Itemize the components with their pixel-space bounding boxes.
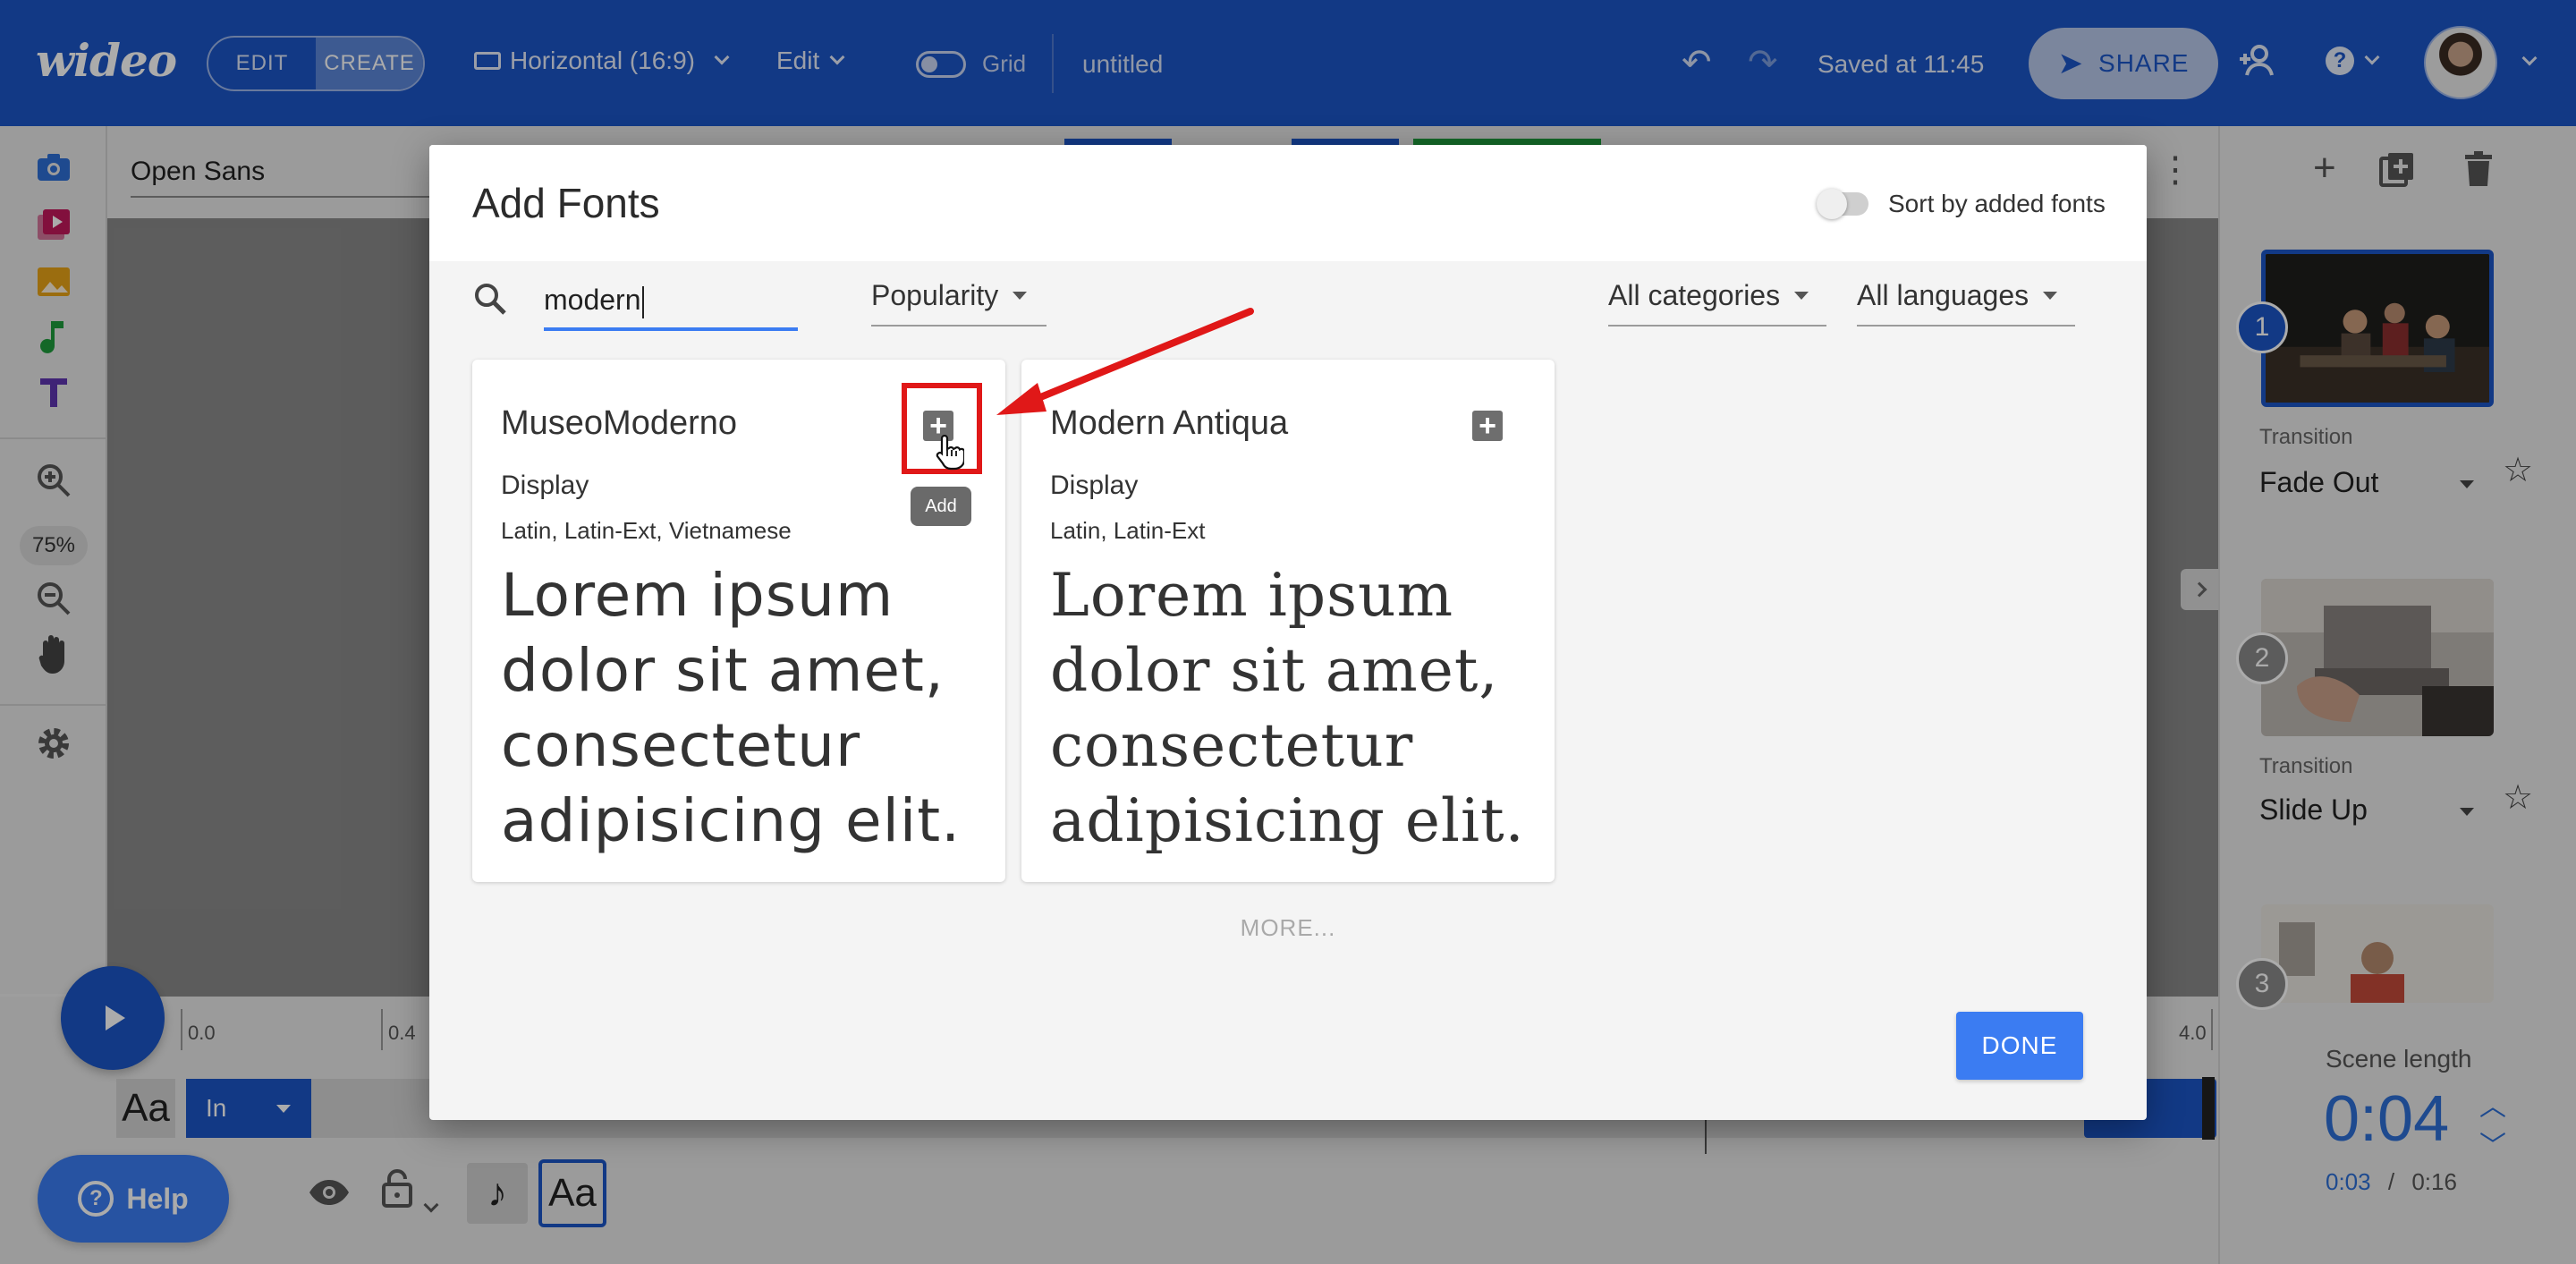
category-filter-value: All categories <box>1608 279 1781 311</box>
done-button[interactable]: DONE <box>1956 1012 2083 1080</box>
sort-order-value: Popularity <box>871 279 999 311</box>
font-languages: Latin, Latin-Ext <box>1050 517 1206 544</box>
pointer-hand-icon <box>934 434 966 475</box>
dialog-title: Add Fonts <box>472 180 660 226</box>
search-icon <box>472 281 508 321</box>
language-filter-dropdown[interactable]: All languages <box>1857 279 2075 327</box>
font-category: Display <box>501 471 589 500</box>
load-more-link[interactable]: MORE... <box>429 914 2147 942</box>
dialog-header: Add Fonts Sort by added fonts <box>429 145 2147 261</box>
font-preview: Lorem ipsum dolor sit amet, consectetur … <box>1050 561 1525 855</box>
font-search-input[interactable] <box>544 281 798 331</box>
sort-switch[interactable] <box>1817 189 1868 219</box>
font-languages: Latin, Latin-Ext, Vietnamese <box>501 517 792 544</box>
add-tooltip: Add <box>911 487 971 526</box>
font-name: MuseoModerno <box>501 404 738 442</box>
font-preview: Lorem ipsum dolor sit amet, consectetur … <box>501 561 962 855</box>
font-category: Display <box>1050 471 1139 500</box>
sort-by-added-toggle[interactable]: Sort by added fonts <box>1817 189 2106 219</box>
caret-down-icon <box>2043 292 2058 300</box>
add-font-button[interactable]: + <box>1472 411 1503 441</box>
add-fonts-dialog: Add Fonts Sort by added fonts Popularity… <box>429 145 2147 1120</box>
caret-down-icon <box>1794 292 1809 300</box>
language-filter-value: All languages <box>1857 279 2029 311</box>
text-cursor <box>642 286 644 318</box>
category-filter-dropdown[interactable]: All categories <box>1608 279 1826 327</box>
sort-label: Sort by added fonts <box>1888 190 2106 217</box>
annotation-arrow <box>996 308 1254 415</box>
